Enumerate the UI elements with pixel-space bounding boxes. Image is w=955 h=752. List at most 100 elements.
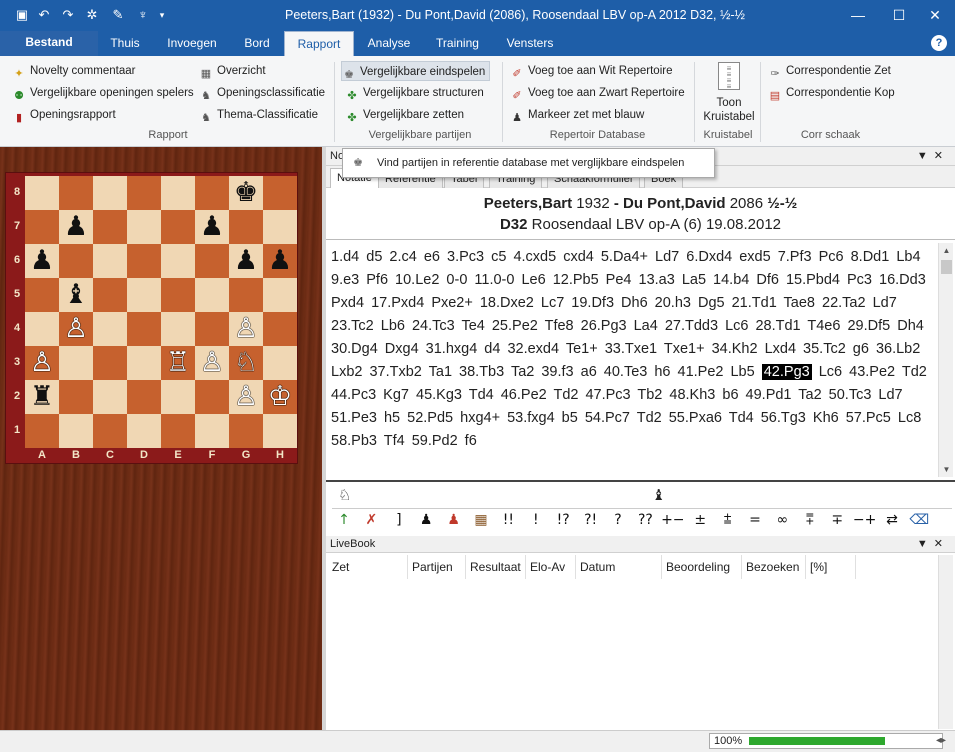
novelty-commentary-button[interactable]: ✦ Novelty commentaar bbox=[12, 61, 135, 81]
square-h2[interactable]: ♔ bbox=[263, 380, 297, 414]
piece-g3[interactable]: ♘ bbox=[234, 347, 258, 378]
square-f7[interactable]: ♟ bbox=[195, 210, 229, 244]
square-e3[interactable]: ♖ bbox=[161, 346, 195, 380]
similar-structures-button[interactable]: ✤ Vergelijkbare structuren bbox=[345, 83, 483, 103]
undo-icon[interactable]: ↶ bbox=[34, 5, 54, 25]
piece-h2[interactable]: ♔ bbox=[268, 381, 292, 412]
square-c8[interactable] bbox=[93, 176, 127, 210]
square-b7[interactable]: ♟ bbox=[59, 210, 93, 244]
scroll-up-icon[interactable]: ▲ bbox=[939, 243, 954, 258]
piece-h6[interactable]: ♟ bbox=[268, 245, 292, 276]
minimize-button[interactable]: — bbox=[838, 0, 878, 31]
add-black-repertoire-button[interactable]: ✐ Voeg toe aan Zwart Repertoire bbox=[510, 83, 684, 103]
close-button[interactable]: ✕ bbox=[915, 0, 955, 31]
white-knight-icon[interactable]: ♘ bbox=[338, 486, 351, 504]
square-g8[interactable]: ♚ bbox=[229, 176, 263, 210]
piece-g8[interactable]: ♚ bbox=[234, 177, 258, 208]
opening-classification-button[interactable]: ♞ Openingsclassificatie bbox=[199, 83, 325, 103]
annotation-symbol[interactable]: ? bbox=[606, 512, 630, 528]
square-d2[interactable] bbox=[127, 380, 161, 414]
tab-thuis[interactable]: Thuis bbox=[98, 31, 152, 56]
annotation-symbol[interactable]: ∞ bbox=[770, 512, 794, 528]
opening-report-button[interactable]: ▮ Openingsrapport bbox=[12, 105, 116, 125]
square-a1[interactable] bbox=[25, 414, 59, 448]
file-tab[interactable]: Bestand bbox=[0, 31, 98, 56]
square-e5[interactable] bbox=[161, 278, 195, 312]
square-a6[interactable]: ♟ bbox=[25, 244, 59, 278]
tab-analyse[interactable]: Analyse bbox=[360, 31, 418, 56]
annotation-symbol[interactable]: ⌫ bbox=[907, 512, 931, 528]
col-bezoeken[interactable]: Bezoeken bbox=[742, 555, 806, 579]
cup-icon[interactable]: ♆ bbox=[133, 5, 153, 25]
square-a3[interactable]: ♙ bbox=[25, 346, 59, 380]
redo-icon[interactable]: ↷ bbox=[58, 5, 78, 25]
square-a5[interactable] bbox=[25, 278, 59, 312]
piece-b4[interactable]: ♙ bbox=[64, 313, 88, 344]
annotation-symbol[interactable]: ∓ bbox=[825, 512, 849, 528]
tab-training[interactable]: Training bbox=[425, 31, 490, 56]
square-g2[interactable]: ♙ bbox=[229, 380, 263, 414]
col-zet[interactable]: Zet bbox=[328, 555, 408, 579]
square-h7[interactable] bbox=[263, 210, 297, 244]
annotation-symbol[interactable]: ✗ bbox=[359, 512, 383, 528]
col-partijen[interactable]: Partijen bbox=[408, 555, 466, 579]
annotation-symbol[interactable]: ] bbox=[387, 512, 411, 528]
square-c7[interactable] bbox=[93, 210, 127, 244]
annotation-symbol[interactable]: !! bbox=[496, 512, 520, 528]
square-d6[interactable] bbox=[127, 244, 161, 278]
square-d4[interactable] bbox=[127, 312, 161, 346]
similar-moves-button[interactable]: ✤ Vergelijkbare zetten bbox=[345, 105, 464, 125]
square-e2[interactable] bbox=[161, 380, 195, 414]
square-h8[interactable] bbox=[263, 176, 297, 210]
square-f4[interactable] bbox=[195, 312, 229, 346]
square-e7[interactable] bbox=[161, 210, 195, 244]
square-h6[interactable]: ♟ bbox=[263, 244, 297, 278]
mark-move-blue-button[interactable]: ♟ Markeer zet met blauw bbox=[510, 105, 644, 125]
col-beoordeling[interactable]: Beoordeling bbox=[662, 555, 742, 579]
tab-bord[interactable]: Bord bbox=[232, 31, 282, 56]
gear-icon[interactable]: ✲ bbox=[82, 5, 102, 25]
tab-vensters[interactable]: Vensters bbox=[497, 31, 563, 56]
add-white-repertoire-button[interactable]: ✐ Voeg toe aan Wit Repertoire bbox=[510, 61, 672, 81]
square-a8[interactable] bbox=[25, 176, 59, 210]
square-f1[interactable] bbox=[195, 414, 229, 448]
square-g5[interactable] bbox=[229, 278, 263, 312]
scroll-thumb[interactable] bbox=[941, 260, 952, 274]
piece-a6[interactable]: ♟ bbox=[30, 245, 54, 276]
square-h4[interactable] bbox=[263, 312, 297, 346]
current-move[interactable]: 42.Pg3 bbox=[761, 364, 812, 380]
square-c3[interactable] bbox=[93, 346, 127, 380]
piece-g4[interactable]: ♙ bbox=[234, 313, 258, 344]
square-a7[interactable] bbox=[25, 210, 59, 244]
piece-f3[interactable]: ♙ bbox=[200, 347, 224, 378]
dropdown-icon[interactable]: ▾ bbox=[152, 5, 172, 25]
tab-invoegen[interactable]: Invoegen bbox=[160, 31, 224, 56]
square-a2[interactable]: ♜ bbox=[25, 380, 59, 414]
chess-board[interactable]: ♚ ♟ ♟ ♟ ♟ ♟ ♝ ♙ ♙ ♙ ♖ ♙ ♘ ♜ ♙ ♔ bbox=[25, 176, 297, 448]
annotation-symbol[interactable]: !? bbox=[551, 512, 575, 528]
wrench-icon[interactable]: ✎ bbox=[108, 5, 128, 25]
square-b8[interactable] bbox=[59, 176, 93, 210]
show-crosstable-button[interactable]: ≡ ≡ ≡ ≡ Toon Kruistabel bbox=[700, 60, 758, 126]
moves-before[interactable]: 1.d4 d5 2.c4 e6 3.Pc3 c5 4.cxd5 cxd4 5.D… bbox=[331, 249, 926, 380]
livebook-menu-icon[interactable]: ▼ bbox=[917, 538, 934, 550]
square-g1[interactable] bbox=[229, 414, 263, 448]
annotation-symbol[interactable]: ?? bbox=[633, 512, 657, 528]
square-g7[interactable] bbox=[229, 210, 263, 244]
annotation-symbol[interactable]: ♟ bbox=[442, 512, 466, 528]
piece-e3[interactable]: ♖ bbox=[166, 347, 190, 378]
col-resultaat[interactable]: Resultaat bbox=[466, 555, 526, 579]
col-datum[interactable]: Datum bbox=[576, 555, 662, 579]
annotation-symbol[interactable]: ± bbox=[688, 512, 712, 528]
piece-b5[interactable]: ♝ bbox=[64, 279, 88, 310]
piece-g2[interactable]: ♙ bbox=[234, 381, 258, 412]
livebook-scrollbar[interactable] bbox=[938, 555, 953, 729]
square-b4[interactable]: ♙ bbox=[59, 312, 93, 346]
annotation-symbol[interactable]: ↑ bbox=[332, 512, 356, 528]
square-d1[interactable] bbox=[127, 414, 161, 448]
correspondence-header-button[interactable]: ▤ Correspondentie Kop bbox=[768, 83, 895, 103]
square-c5[interactable] bbox=[93, 278, 127, 312]
square-e1[interactable] bbox=[161, 414, 195, 448]
save-icon[interactable]: ▣ bbox=[12, 5, 32, 25]
square-h3[interactable] bbox=[263, 346, 297, 380]
